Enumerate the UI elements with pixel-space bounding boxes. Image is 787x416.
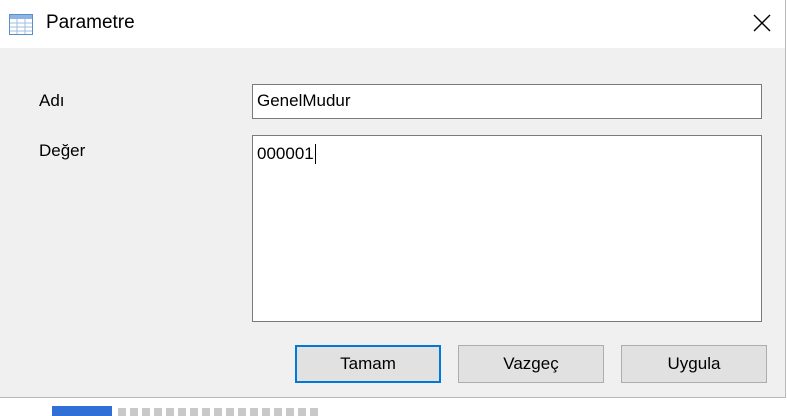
text-caret — [314, 144, 316, 164]
background-window-strip — [0, 398, 787, 416]
cancel-button[interactable]: Vazgeç — [458, 345, 604, 383]
ok-button[interactable]: Tamam — [295, 345, 441, 383]
value-label: Değer — [39, 141, 86, 160]
name-field-value: GenelMudur — [257, 91, 351, 110]
value-textarea-content: 000001 — [257, 144, 314, 163]
close-icon — [753, 14, 771, 32]
apply-button[interactable]: Uygula — [621, 345, 767, 383]
name-field[interactable]: GenelMudur — [252, 84, 762, 119]
background-highlight — [52, 406, 112, 416]
parameter-dialog: Parametre Adı GenelMudur Değer 000001 Ta… — [0, 0, 786, 398]
dialog-title: Parametre — [46, 12, 135, 33]
table-icon — [9, 14, 33, 35]
value-textarea[interactable]: 000001 — [252, 135, 762, 322]
close-button[interactable] — [738, 0, 785, 48]
background-text — [118, 408, 318, 416]
title-bar[interactable]: Parametre — [0, 0, 785, 48]
name-label: Adı — [39, 91, 65, 110]
